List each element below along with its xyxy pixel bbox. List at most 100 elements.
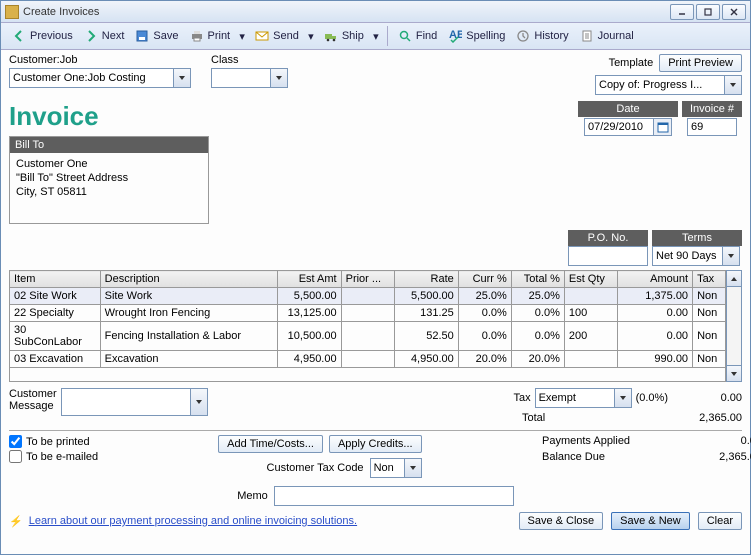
cell-est_qty[interactable]: [564, 351, 617, 368]
cell-amount[interactable]: 990.00: [617, 351, 692, 368]
cell-item[interactable]: 30 SubConLabor: [10, 322, 101, 351]
line-items-table[interactable]: Item Description Est Amt Prior ... Rate …: [9, 270, 726, 382]
close-button[interactable]: [722, 4, 746, 20]
bill-to-address[interactable]: Customer One "Bill To" Street Address Ci…: [10, 153, 208, 223]
cell-tax[interactable]: Non: [693, 288, 726, 305]
col-curr-pct[interactable]: Curr %: [458, 271, 511, 288]
cell-amount[interactable]: 0.00: [617, 322, 692, 351]
cell-description[interactable]: Excavation: [100, 351, 277, 368]
cell-tax[interactable]: Non: [693, 351, 726, 368]
chevron-down-icon[interactable]: [723, 246, 740, 266]
cell-curr_pct[interactable]: 0.0%: [458, 305, 511, 322]
learn-link[interactable]: Learn about our payment processing and o…: [29, 515, 357, 527]
cell-description[interactable]: Fencing Installation & Labor: [100, 322, 277, 351]
to-be-emailed-check[interactable]: To be e-mailed: [9, 450, 98, 463]
cell-rate[interactable]: 5,500.00: [394, 288, 458, 305]
next-button[interactable]: Next: [79, 26, 129, 46]
cell-curr_pct[interactable]: 25.0%: [458, 288, 511, 305]
scroll-down-icon[interactable]: [727, 365, 741, 381]
table-row[interactable]: 22 SpecialtyWrought Iron Fencing13,125.0…: [10, 305, 726, 322]
po-no-input[interactable]: [568, 246, 648, 266]
cell-prior[interactable]: [341, 305, 394, 322]
cell-prior[interactable]: [341, 288, 394, 305]
cell-est_amt[interactable]: 5,500.00: [277, 288, 341, 305]
cell-curr_pct[interactable]: 0.0%: [458, 322, 511, 351]
customer-job-input[interactable]: [9, 68, 174, 88]
table-row[interactable]: 02 Site WorkSite Work5,500.005,500.0025.…: [10, 288, 726, 305]
customer-tax-code-combo[interactable]: [370, 458, 422, 478]
to-be-printed-check[interactable]: To be printed: [9, 435, 98, 448]
invoice-no-input[interactable]: [687, 118, 737, 136]
memo-input[interactable]: [274, 486, 514, 506]
col-total-pct[interactable]: Total %: [511, 271, 564, 288]
date-input[interactable]: [584, 118, 654, 136]
save-close-button[interactable]: Save & Close: [519, 512, 604, 530]
cell-tax[interactable]: Non: [693, 322, 726, 351]
cell-total_pct[interactable]: 25.0%: [511, 288, 564, 305]
cell-est_qty[interactable]: [564, 288, 617, 305]
apply-credits-button[interactable]: Apply Credits...: [329, 435, 422, 453]
class-combo[interactable]: [211, 68, 288, 88]
chevron-down-icon[interactable]: [405, 458, 422, 478]
cell-prior[interactable]: [341, 351, 394, 368]
maximize-button[interactable]: [696, 4, 720, 20]
chevron-down-icon[interactable]: [615, 388, 632, 408]
table-scrollbar[interactable]: [726, 270, 742, 382]
col-amount[interactable]: Amount: [617, 271, 692, 288]
cell-tax[interactable]: Non: [693, 305, 726, 322]
customer-message-input[interactable]: [61, 388, 191, 416]
customer-tax-code-input[interactable]: [370, 458, 405, 478]
clear-button[interactable]: Clear: [698, 512, 742, 530]
history-button[interactable]: History: [511, 26, 572, 46]
spelling-button[interactable]: ABSpelling: [443, 26, 509, 46]
cell-est_amt[interactable]: 4,950.00: [277, 351, 341, 368]
cell-rate[interactable]: 4,950.00: [394, 351, 458, 368]
tax-code-combo[interactable]: [535, 388, 632, 408]
previous-button[interactable]: Previous: [7, 26, 77, 46]
template-input[interactable]: [595, 75, 725, 95]
print-button[interactable]: Print: [185, 26, 235, 46]
cell-description[interactable]: Wrought Iron Fencing: [100, 305, 277, 322]
col-est-amt[interactable]: Est Amt: [277, 271, 341, 288]
chevron-down-icon[interactable]: [191, 388, 208, 416]
class-input[interactable]: [211, 68, 271, 88]
col-est-qty[interactable]: Est Qty: [564, 271, 617, 288]
col-item[interactable]: Item: [10, 271, 101, 288]
save-new-button[interactable]: Save & New: [611, 512, 690, 530]
minimize-button[interactable]: [670, 4, 694, 20]
cell-item[interactable]: 02 Site Work: [10, 288, 101, 305]
cell-prior[interactable]: [341, 322, 394, 351]
chevron-down-icon[interactable]: [271, 68, 288, 88]
cell-amount[interactable]: 1,375.00: [617, 288, 692, 305]
cell-est_qty[interactable]: 100: [564, 305, 617, 322]
save-button[interactable]: Save: [130, 26, 182, 46]
chevron-down-icon[interactable]: [725, 75, 742, 95]
col-rate[interactable]: Rate: [394, 271, 458, 288]
ship-dropdown[interactable]: ▾: [370, 30, 382, 43]
tax-code-input[interactable]: [535, 388, 615, 408]
table-row[interactable]: 30 SubConLaborFencing Installation & Lab…: [10, 322, 726, 351]
cell-item[interactable]: 03 Excavation: [10, 351, 101, 368]
cell-est_qty[interactable]: 200: [564, 322, 617, 351]
col-tax[interactable]: Tax: [693, 271, 726, 288]
send-button[interactable]: Send: [250, 26, 303, 46]
add-time-costs-button[interactable]: Add Time/Costs...: [218, 435, 323, 453]
print-dropdown[interactable]: ▾: [236, 30, 248, 43]
customer-message-combo[interactable]: [61, 388, 208, 416]
terms-combo[interactable]: [652, 246, 742, 266]
cell-est_amt[interactable]: 10,500.00: [277, 322, 341, 351]
print-preview-button[interactable]: Print Preview: [659, 54, 742, 72]
chevron-down-icon[interactable]: [174, 68, 191, 88]
col-prior[interactable]: Prior ...: [341, 271, 394, 288]
ship-button[interactable]: Ship: [319, 26, 368, 46]
scroll-up-icon[interactable]: [727, 271, 741, 287]
cell-description[interactable]: Site Work: [100, 288, 277, 305]
send-dropdown[interactable]: ▾: [305, 30, 317, 43]
template-combo[interactable]: [595, 75, 742, 95]
cell-total_pct[interactable]: 20.0%: [511, 351, 564, 368]
table-row[interactable]: 03 ExcavationExcavation4,950.004,950.002…: [10, 351, 726, 368]
cell-total_pct[interactable]: 0.0%: [511, 322, 564, 351]
col-description[interactable]: Description: [100, 271, 277, 288]
cell-amount[interactable]: 0.00: [617, 305, 692, 322]
customer-job-combo[interactable]: [9, 68, 191, 88]
